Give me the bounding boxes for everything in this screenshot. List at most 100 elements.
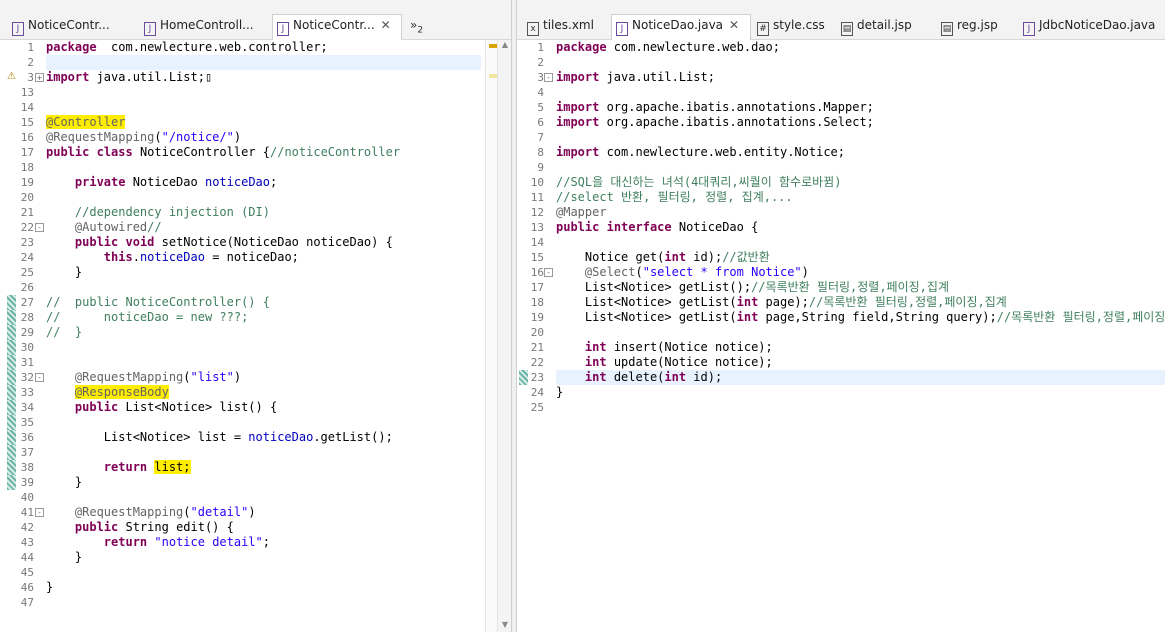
code-line[interactable]: 7 [517, 130, 1165, 145]
code-line[interactable]: 24} [517, 385, 1165, 400]
code-line[interactable]: 25 [517, 400, 1165, 415]
code-line[interactable]: 8 import com.newlecture.web.entity.Notice… [517, 145, 1165, 160]
right-tab-4[interactable]: ▤ detail.jsp [837, 15, 935, 39]
occurrence-overview-marker[interactable] [489, 74, 497, 78]
code-line[interactable]: 13 [0, 85, 481, 100]
left-tab-1[interactable]: J NoticeContr... [8, 15, 136, 39]
code-line[interactable]: 40 [0, 490, 481, 505]
code-text: package com.newlecture.web.dao; [556, 40, 780, 55]
code-line[interactable]: 46} [0, 580, 481, 595]
warning-lightbulb-icon[interactable]: ⚠ [7, 71, 18, 83]
code-line[interactable]: 21 int insert(Notice notice); [517, 340, 1165, 355]
code-line[interactable]: 1 package com.newlecture.web.controller; [0, 40, 481, 55]
code-line[interactable]: 29 // } [0, 325, 481, 340]
code-line[interactable]: 45 [0, 565, 481, 580]
code-line[interactable]: 1 package com.newlecture.web.dao; [517, 40, 1165, 55]
scroll-up-arrow-icon[interactable]: ▲ [498, 40, 511, 52]
code-line[interactable]: 19 List<Notice> getList(int page,String … [517, 310, 1165, 325]
code-line[interactable]: 36 List<Notice> list = noticeDao.getList… [0, 430, 481, 445]
code-line[interactable]: 17 List<Notice> getList();//목록반환 필터링,정렬,… [517, 280, 1165, 295]
right-tab-3[interactable]: # style.css [753, 15, 835, 39]
java-file-icon: J [12, 22, 24, 36]
line-number: 29 [20, 326, 34, 339]
code-line[interactable]: 2 [27, 55, 481, 70]
code-line[interactable]: 14 [0, 100, 481, 115]
code-line[interactable]: 47 [0, 595, 481, 610]
code-line[interactable]: 32- @RequestMapping("list") [0, 370, 481, 385]
code-line[interactable]: 10 //SQL을 대신하는 녀석(4대쿼리,씨퀄이 함수로바뀜) [517, 175, 1165, 190]
code-line[interactable]: 27 // public NoticeController() { [0, 295, 481, 310]
code-line[interactable]: 43 return "notice detail"; [0, 535, 481, 550]
code-line[interactable]: 16- @Select("select * from Notice") [517, 265, 1165, 280]
code-line[interactable]: 23 int delete(int id); [519, 370, 1165, 385]
code-line[interactable]: 11 //select 반환, 필터링, 정렬, 집계,... [517, 190, 1165, 205]
code-line[interactable]: 35 [0, 415, 481, 430]
left-code-editor[interactable]: ▲ ▼ 1 package com.newlecture.web.controll… [0, 40, 511, 632]
left-tab-3[interactable]: J NoticeContr... ✕ [272, 14, 402, 40]
code-line[interactable]: ⚠ 3 + import java.util.List;▯ [0, 70, 481, 85]
code-line[interactable]: 20 [0, 190, 481, 205]
code-line[interactable]: 19 private NoticeDao noticeDao; [0, 175, 481, 190]
code-line[interactable]: 17 public class NoticeController {//notic… [0, 145, 481, 160]
close-tab-icon[interactable]: ✕ [729, 18, 739, 32]
code-line[interactable]: 42 public String edit() { [0, 520, 481, 535]
fold-collapse-icon[interactable]: - [544, 73, 553, 82]
code-line[interactable]: 20 [517, 325, 1165, 340]
code-line[interactable]: 18 [0, 160, 481, 175]
code-line[interactable]: 39 } [0, 475, 481, 490]
code-line[interactable]: 23 public void setNotice(NoticeDao notic… [0, 235, 481, 250]
right-tab-2[interactable]: J NoticeDao.java ✕ [611, 14, 751, 40]
code-token: int [664, 250, 687, 264]
tab-overflow-button[interactable]: »2 [410, 18, 423, 35]
code-line[interactable]: 14 [517, 235, 1165, 250]
code-line[interactable]: 26 [0, 280, 481, 295]
line-number: 21 [20, 206, 34, 219]
code-line[interactable]: 44 } [0, 550, 481, 565]
code-line[interactable]: 37 [0, 445, 481, 460]
code-line[interactable]: 30 [0, 340, 481, 355]
left-tab-2[interactable]: J HomeControll... [140, 15, 268, 39]
code-line[interactable]: 15 @Controller [0, 115, 481, 130]
scroll-down-arrow-icon[interactable]: ▼ [498, 620, 511, 632]
fold-collapse-icon[interactable]: - [35, 223, 44, 232]
code-token: noticeDao [139, 250, 205, 264]
code-line[interactable]: 5 import org.apache.ibatis.annotations.Ma… [517, 100, 1165, 115]
code-line[interactable]: 12 @Mapper [517, 205, 1165, 220]
code-text: } [46, 475, 82, 490]
left-vertical-scrollbar[interactable]: ▲ ▼ [497, 40, 511, 632]
code-line[interactable]: 3- import java.util.List; [517, 70, 1165, 85]
fold-collapse-icon[interactable]: - [544, 268, 553, 277]
right-tab-5[interactable]: ▤ reg.jsp [937, 15, 1017, 39]
code-line[interactable]: 6 import org.apache.ibatis.annotations.Se… [517, 115, 1165, 130]
code-line[interactable]: 24 this.noticeDao = noticeDao; [0, 250, 481, 265]
code-line[interactable]: 4 [517, 85, 1165, 100]
code-line[interactable]: 33 @ResponseBody [0, 385, 481, 400]
code-line[interactable]: 21 //dependency injection (DI) [0, 205, 481, 220]
code-line[interactable]: 18 List<Notice> getList(int page);//목록반환… [517, 295, 1165, 310]
code-token: "detail" [190, 505, 249, 519]
code-line[interactable]: 9 [517, 160, 1165, 175]
code-line[interactable]: 22- @Autowired// [0, 220, 481, 235]
code-line[interactable]: 2 [517, 55, 1165, 70]
code-line[interactable]: 22 int update(Notice notice); [517, 355, 1165, 370]
code-line[interactable]: 34 public List<Notice> list() { [0, 400, 481, 415]
warning-overview-marker[interactable] [489, 44, 497, 48]
code-line[interactable]: 28 // noticeDao = new ???; [0, 310, 481, 325]
right-tab-1[interactable]: x tiles.xml [523, 15, 609, 39]
code-line[interactable]: 41- @RequestMapping("detail") [0, 505, 481, 520]
code-line[interactable]: 16 @RequestMapping("/notice/") [0, 130, 481, 145]
right-tab-6[interactable]: J JdbcNoticeDao.java [1019, 15, 1159, 39]
fold-collapse-icon[interactable]: - [35, 508, 44, 517]
fold-expand-icon[interactable]: + [35, 73, 44, 82]
fold-collapse-icon[interactable]: - [35, 373, 44, 382]
code-line[interactable]: 31 [0, 355, 481, 370]
close-tab-icon[interactable]: ✕ [381, 18, 391, 32]
code-token: page); [758, 295, 809, 309]
right-code-editor[interactable]: 1 package com.newlecture.web.dao; 2 3- impor… [517, 40, 1165, 632]
code-line[interactable]: 25 } [0, 265, 481, 280]
line-number: 21 [530, 341, 544, 354]
code-line[interactable]: 38 return list; [0, 460, 481, 475]
code-line[interactable]: 13 public interface NoticeDao { [517, 220, 1165, 235]
code-line[interactable]: 15 Notice get(int id);//값반환 [517, 250, 1165, 265]
